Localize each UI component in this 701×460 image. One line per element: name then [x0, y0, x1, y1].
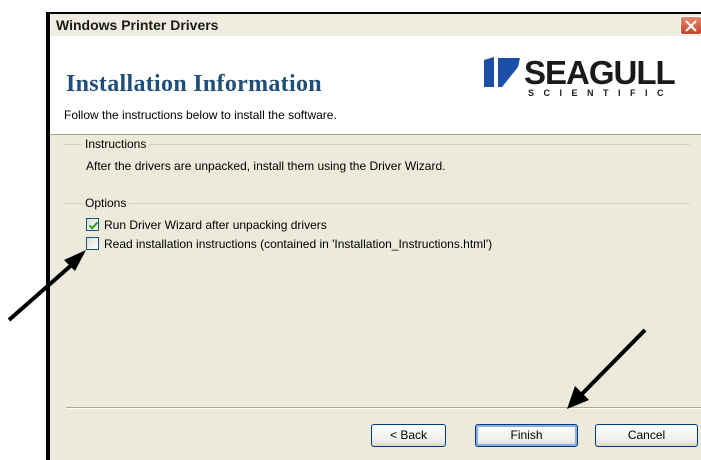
annotation-arrows	[7, 250, 647, 409]
annotation-arrow	[7, 250, 86, 322]
annotation-arrow	[567, 328, 647, 409]
